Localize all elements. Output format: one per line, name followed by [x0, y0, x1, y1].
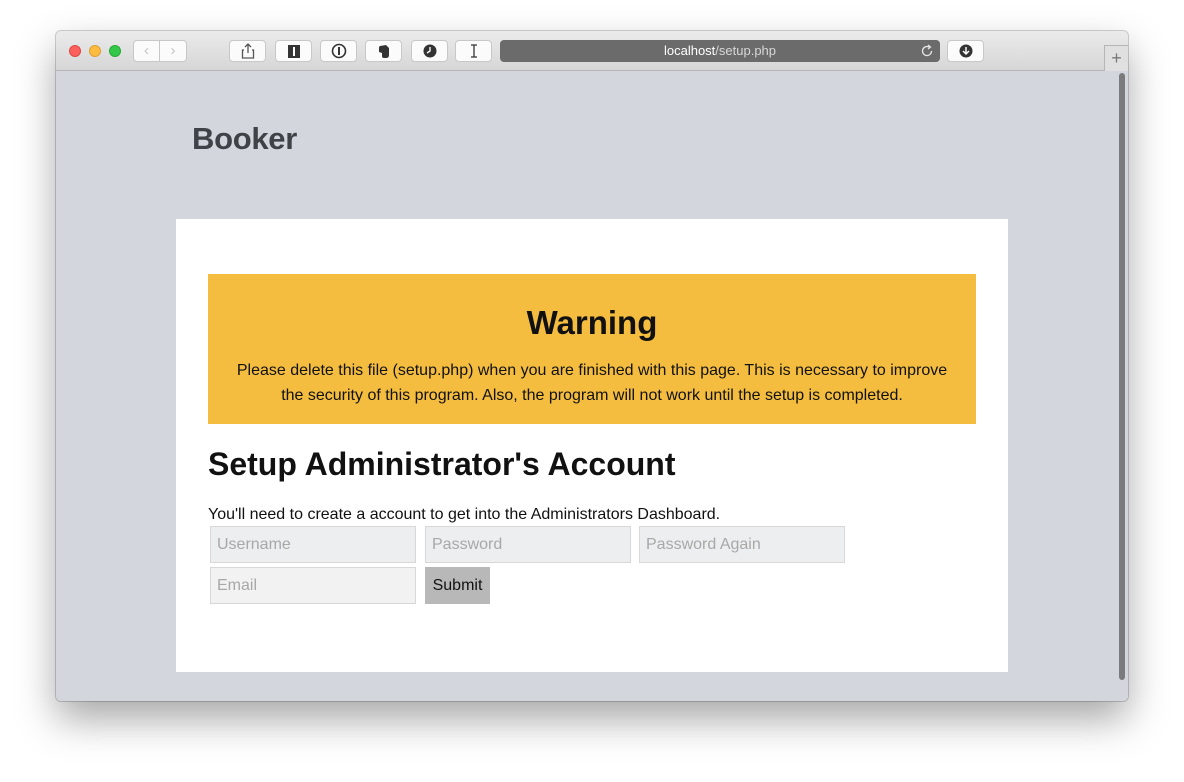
history-icon: [423, 44, 436, 58]
text-cursor-button[interactable]: [455, 40, 492, 62]
minimize-window-button[interactable]: [89, 45, 101, 57]
reload-icon[interactable]: [920, 44, 934, 58]
page-viewport: Booker Warning Please delete this file (…: [56, 71, 1128, 701]
reader-icon: [287, 44, 300, 58]
url-host: localhost: [663, 43, 716, 58]
text-cursor-icon: [470, 44, 477, 58]
setup-title: Setup Administrator's Account: [208, 446, 676, 482]
setup-card: Warning Please delete this file (setup.p…: [176, 219, 1008, 672]
forward-button[interactable]: ›: [160, 40, 187, 62]
password-again-field[interactable]: [639, 526, 845, 563]
download-icon: [959, 44, 972, 58]
navigation-buttons: ‹ ›: [133, 40, 187, 62]
maximize-window-button[interactable]: [109, 45, 121, 57]
evernote-button[interactable]: [365, 40, 402, 62]
password-manager-icon: [331, 43, 346, 59]
setup-description: You'll need to create a account to get i…: [208, 506, 721, 523]
password-manager-button[interactable]: [320, 40, 357, 62]
username-field[interactable]: [210, 526, 416, 563]
close-window-button[interactable]: [69, 45, 81, 57]
reader-button[interactable]: [275, 40, 312, 62]
history-button[interactable]: [411, 40, 448, 62]
warning-banner: Warning Please delete this file (setup.p…: [208, 274, 976, 424]
password-field[interactable]: [425, 526, 631, 563]
warning-text: Please delete this file (setup.php) when…: [236, 362, 948, 404]
address-bar[interactable]: localhost/setup.php: [500, 40, 940, 62]
page-scrollbar[interactable]: [1119, 73, 1125, 680]
new-tab-button[interactable]: +: [1104, 45, 1128, 71]
downloads-button[interactable]: [947, 40, 984, 62]
warning-title: Warning: [526, 304, 658, 341]
email-field[interactable]: [210, 567, 416, 604]
submit-button[interactable]: Submit: [425, 567, 490, 604]
back-button[interactable]: ‹: [133, 40, 160, 62]
share-icon: [241, 43, 254, 59]
browser-window: ‹ › localhost/setup.php + Booker Warning…: [56, 31, 1128, 701]
site-brand[interactable]: Booker: [192, 121, 297, 157]
share-button[interactable]: [229, 40, 266, 62]
url-path: /setup.php: [715, 43, 777, 58]
evernote-icon: [378, 44, 389, 58]
browser-toolbar: ‹ › localhost/setup.php +: [56, 31, 1128, 71]
